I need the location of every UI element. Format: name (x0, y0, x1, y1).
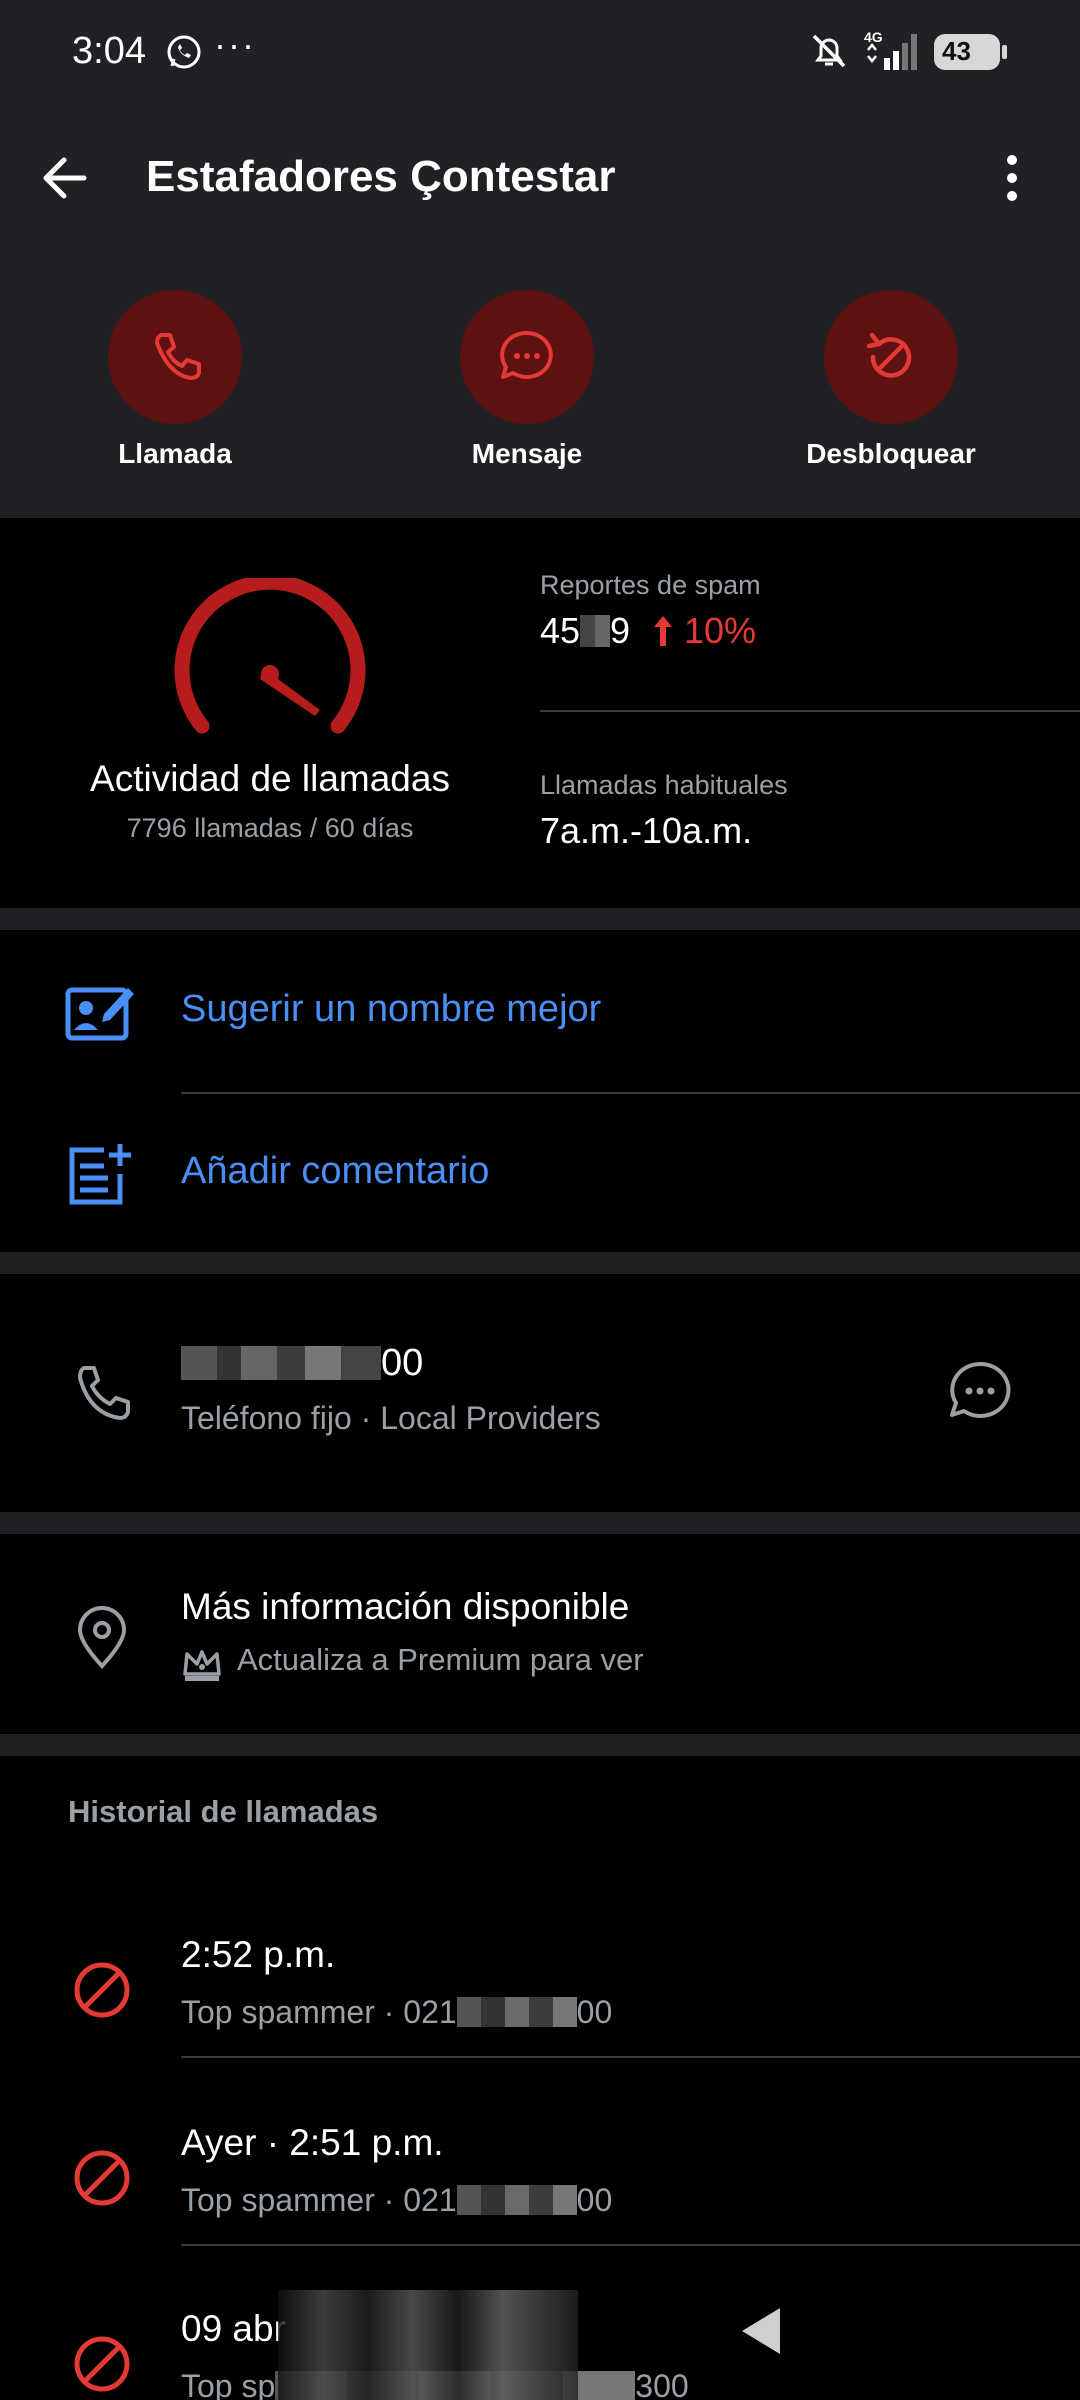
mute-bell-icon (812, 34, 846, 68)
edit-contact-icon (65, 987, 134, 1041)
page-title: Estafadores Çontestar (146, 152, 616, 201)
battery-level: 43 (942, 36, 971, 66)
back-button[interactable] (30, 140, 106, 216)
call-history-title: Historial de llamadas (68, 1794, 379, 1829)
section-separator (0, 1252, 1080, 1274)
phone-number: 00 (181, 1342, 423, 1385)
usual-hours-value: 7a.m.-10a.m. (540, 810, 753, 851)
blocked-icon (74, 2150, 130, 2206)
location-pin-icon (77, 1606, 127, 1669)
unblock-icon (866, 332, 912, 378)
whatsapp-icon (167, 35, 201, 69)
unblock-action-circle (824, 290, 958, 424)
message-icon (500, 330, 553, 379)
phone-type: Teléfono fijo · Local Providers (181, 1400, 601, 1436)
phone-icon (78, 1366, 130, 1420)
redacted-overlay (278, 2290, 578, 2400)
blocked-icon (74, 2336, 130, 2392)
more-info-title: Más información disponible (181, 1586, 630, 1627)
nav-back-button[interactable] (738, 2304, 784, 2358)
history-sub-suffix: 00 (576, 1994, 613, 2030)
notification-dots: ··· (214, 24, 256, 65)
section-separator (0, 1734, 1080, 1756)
blocked-icon (74, 1962, 130, 2018)
message-action-label: Mensaje (471, 438, 583, 469)
spam-reports-label: Reportes de spam (540, 570, 761, 600)
spam-value-start: 45 (540, 610, 581, 651)
suggest-name-label: Sugerir un nombre mejor (181, 988, 602, 1030)
spam-reports-value: 45 9 (540, 610, 630, 652)
divider (181, 2056, 1080, 2058)
add-comment-button[interactable]: Añadir comentario (0, 1094, 1080, 1254)
history-sub-prefix: Top spammer · 021 (181, 2182, 457, 2218)
phone-number-row[interactable]: 00 Teléfono fijo · Local Providers (0, 1274, 1080, 1512)
phone-icon (155, 333, 201, 380)
message-action-circle (460, 290, 594, 424)
redacted-digit (580, 615, 611, 647)
call-action-circle (108, 290, 242, 424)
divider (540, 710, 1080, 712)
history-time: 09 abr (181, 2308, 286, 2349)
suggest-name-button[interactable]: Sugerir un nombre mejor (0, 932, 1080, 1092)
history-sub-prefix: Top spammer · 021 (181, 1994, 457, 2030)
premium-upgrade-text: Actualiza a Premium para ver (237, 1642, 644, 1677)
section-separator (0, 1512, 1080, 1534)
history-time: 2:52 p.m. (181, 1934, 336, 1975)
history-sub-suffix: 00 (576, 2182, 613, 2218)
history-sub: Top spammer · 021 00 (181, 1994, 612, 2031)
add-note-icon (69, 1144, 131, 1205)
add-comment-label: Añadir comentario (181, 1150, 490, 1192)
more-options-button[interactable] (990, 140, 1034, 216)
crown-icon (183, 1650, 221, 1681)
history-sub-prefix: Top sp (181, 2368, 276, 2400)
call-action-button[interactable]: Llamada (65, 290, 285, 470)
status-bar: 3:04 ··· 4G 43 (0, 0, 1080, 105)
send-message-button[interactable] (946, 1358, 1014, 1426)
divider (181, 2244, 1080, 2246)
history-sub: Top spammer · 021 00 (181, 2182, 612, 2219)
usual-hours-label: Llamadas habituales (540, 770, 788, 800)
history-sub-suffix: 300 (635, 2368, 689, 2400)
gauge-icon (174, 578, 366, 734)
call-activity-title: Actividad de llamadas (90, 758, 450, 799)
svg-text:4G: 4G (864, 29, 883, 45)
spam-value-end: 9 (610, 610, 631, 651)
status-time: 3:04 (72, 30, 146, 72)
unblock-action-label: Desbloquear (806, 438, 976, 469)
battery-indicator: 43 (934, 34, 1007, 70)
signal-icon: 4G (864, 29, 917, 70)
header: 3:04 ··· 4G 43 Estafadores Çontestar Lla… (0, 0, 1080, 518)
redacted-number (181, 1346, 381, 1380)
premium-info-row[interactable]: Más información disponible Actualiza a P… (0, 1534, 1080, 1734)
call-action-label: Llamada (118, 438, 232, 469)
section-separator (0, 908, 1080, 930)
call-stats-section: Actividad de llamadas 7796 llamadas / 60… (0, 518, 1080, 908)
history-time: Ayer · 2:51 p.m. (181, 2122, 444, 2163)
redacted-number (456, 1997, 577, 2027)
redacted-number (456, 2185, 577, 2215)
call-activity-count: 7796 llamadas / 60 días (126, 813, 414, 843)
spam-trend: 10% (652, 610, 756, 652)
arrow-up-icon (654, 616, 672, 646)
unblock-action-button[interactable]: Desbloquear (781, 290, 1001, 470)
message-action-button[interactable]: Mensaje (417, 290, 637, 470)
spam-trend-value: 10% (684, 610, 757, 651)
phone-number-suffix: 00 (381, 1342, 424, 1384)
